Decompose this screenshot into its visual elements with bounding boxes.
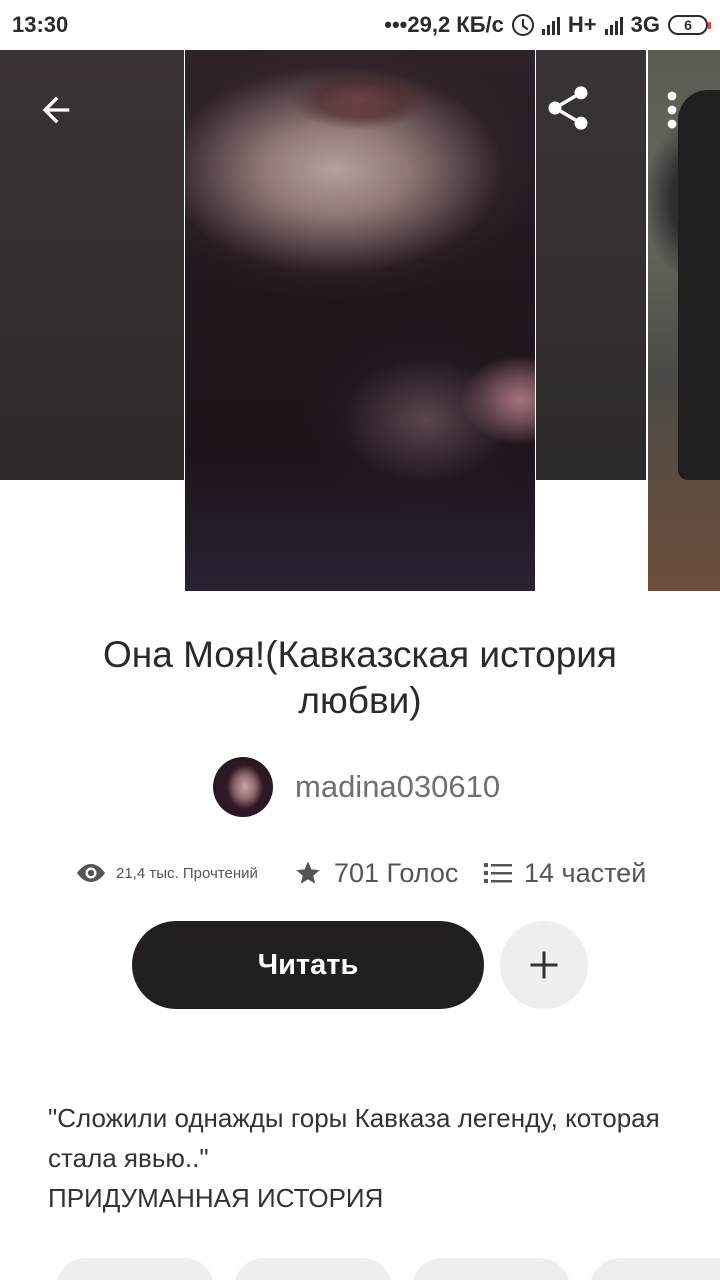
signal-icon <box>541 15 560 35</box>
description-quote: "Сложили однажды горы Кавказа легенду, к… <box>48 1103 660 1173</box>
author-avatar[interactable] <box>213 757 273 817</box>
cover-carousel[interactable] <box>0 50 720 595</box>
reads-count: 21,4 тыс. Прочтений <box>116 864 258 882</box>
tag-chip[interactable] <box>590 1258 720 1280</box>
tag-chip[interactable] <box>234 1258 392 1280</box>
story-title: Она Моя!(Кавказская история любви) <box>103 634 617 721</box>
more-vert-icon <box>667 91 677 129</box>
parts-count: 14 частей <box>524 857 647 888</box>
share-icon <box>548 86 588 130</box>
status-indicators: •••29,2 КБ/с H+ 3G 6 <box>384 12 711 38</box>
plus-icon <box>530 951 558 979</box>
signal-icon-2 <box>604 15 623 35</box>
cover-image[interactable] <box>185 50 535 591</box>
parts-stat: 14 частей <box>484 858 646 889</box>
tag-chip[interactable] <box>56 1258 214 1280</box>
status-bar: 13:30 •••29,2 КБ/с H+ 3G 6 <box>0 0 720 50</box>
author-name[interactable]: madina030610 <box>295 769 500 805</box>
more-options-button[interactable] <box>652 80 692 140</box>
back-button[interactable] <box>26 80 86 140</box>
votes-count: 701 Голос <box>334 857 459 888</box>
list-icon <box>484 863 512 883</box>
star-icon <box>296 861 320 884</box>
alarm-icon <box>511 14 534 36</box>
read-button[interactable]: Читать <box>132 921 484 1009</box>
description-note: ПРИДУМАННАЯ ИСТОРИЯ <box>48 1183 384 1213</box>
network-type-2: 3G <box>630 12 660 37</box>
story-description: "Сложили однажды горы Кавказа легенду, к… <box>48 1098 678 1218</box>
tag-chip[interactable] <box>412 1258 570 1280</box>
network-speed: •••29,2 КБ/с <box>384 12 504 37</box>
network-type-1: H+ <box>567 12 597 37</box>
author-row[interactable]: madina030610 <box>213 757 500 817</box>
battery-icon: 6 <box>668 15 711 35</box>
story-stats: 21,4 тыс. Прочтений 701 Голос 14 частей <box>76 852 656 894</box>
status-time: 13:30 <box>12 12 69 37</box>
votes-stat: 701 Голос <box>294 858 458 889</box>
add-to-library-button[interactable] <box>500 921 588 1009</box>
arrow-back-icon <box>42 96 70 124</box>
reads-stat: 21,4 тыс. Прочтений <box>76 862 258 884</box>
eye-icon <box>77 864 105 882</box>
tags-row <box>56 1258 720 1280</box>
share-button[interactable] <box>538 78 598 138</box>
